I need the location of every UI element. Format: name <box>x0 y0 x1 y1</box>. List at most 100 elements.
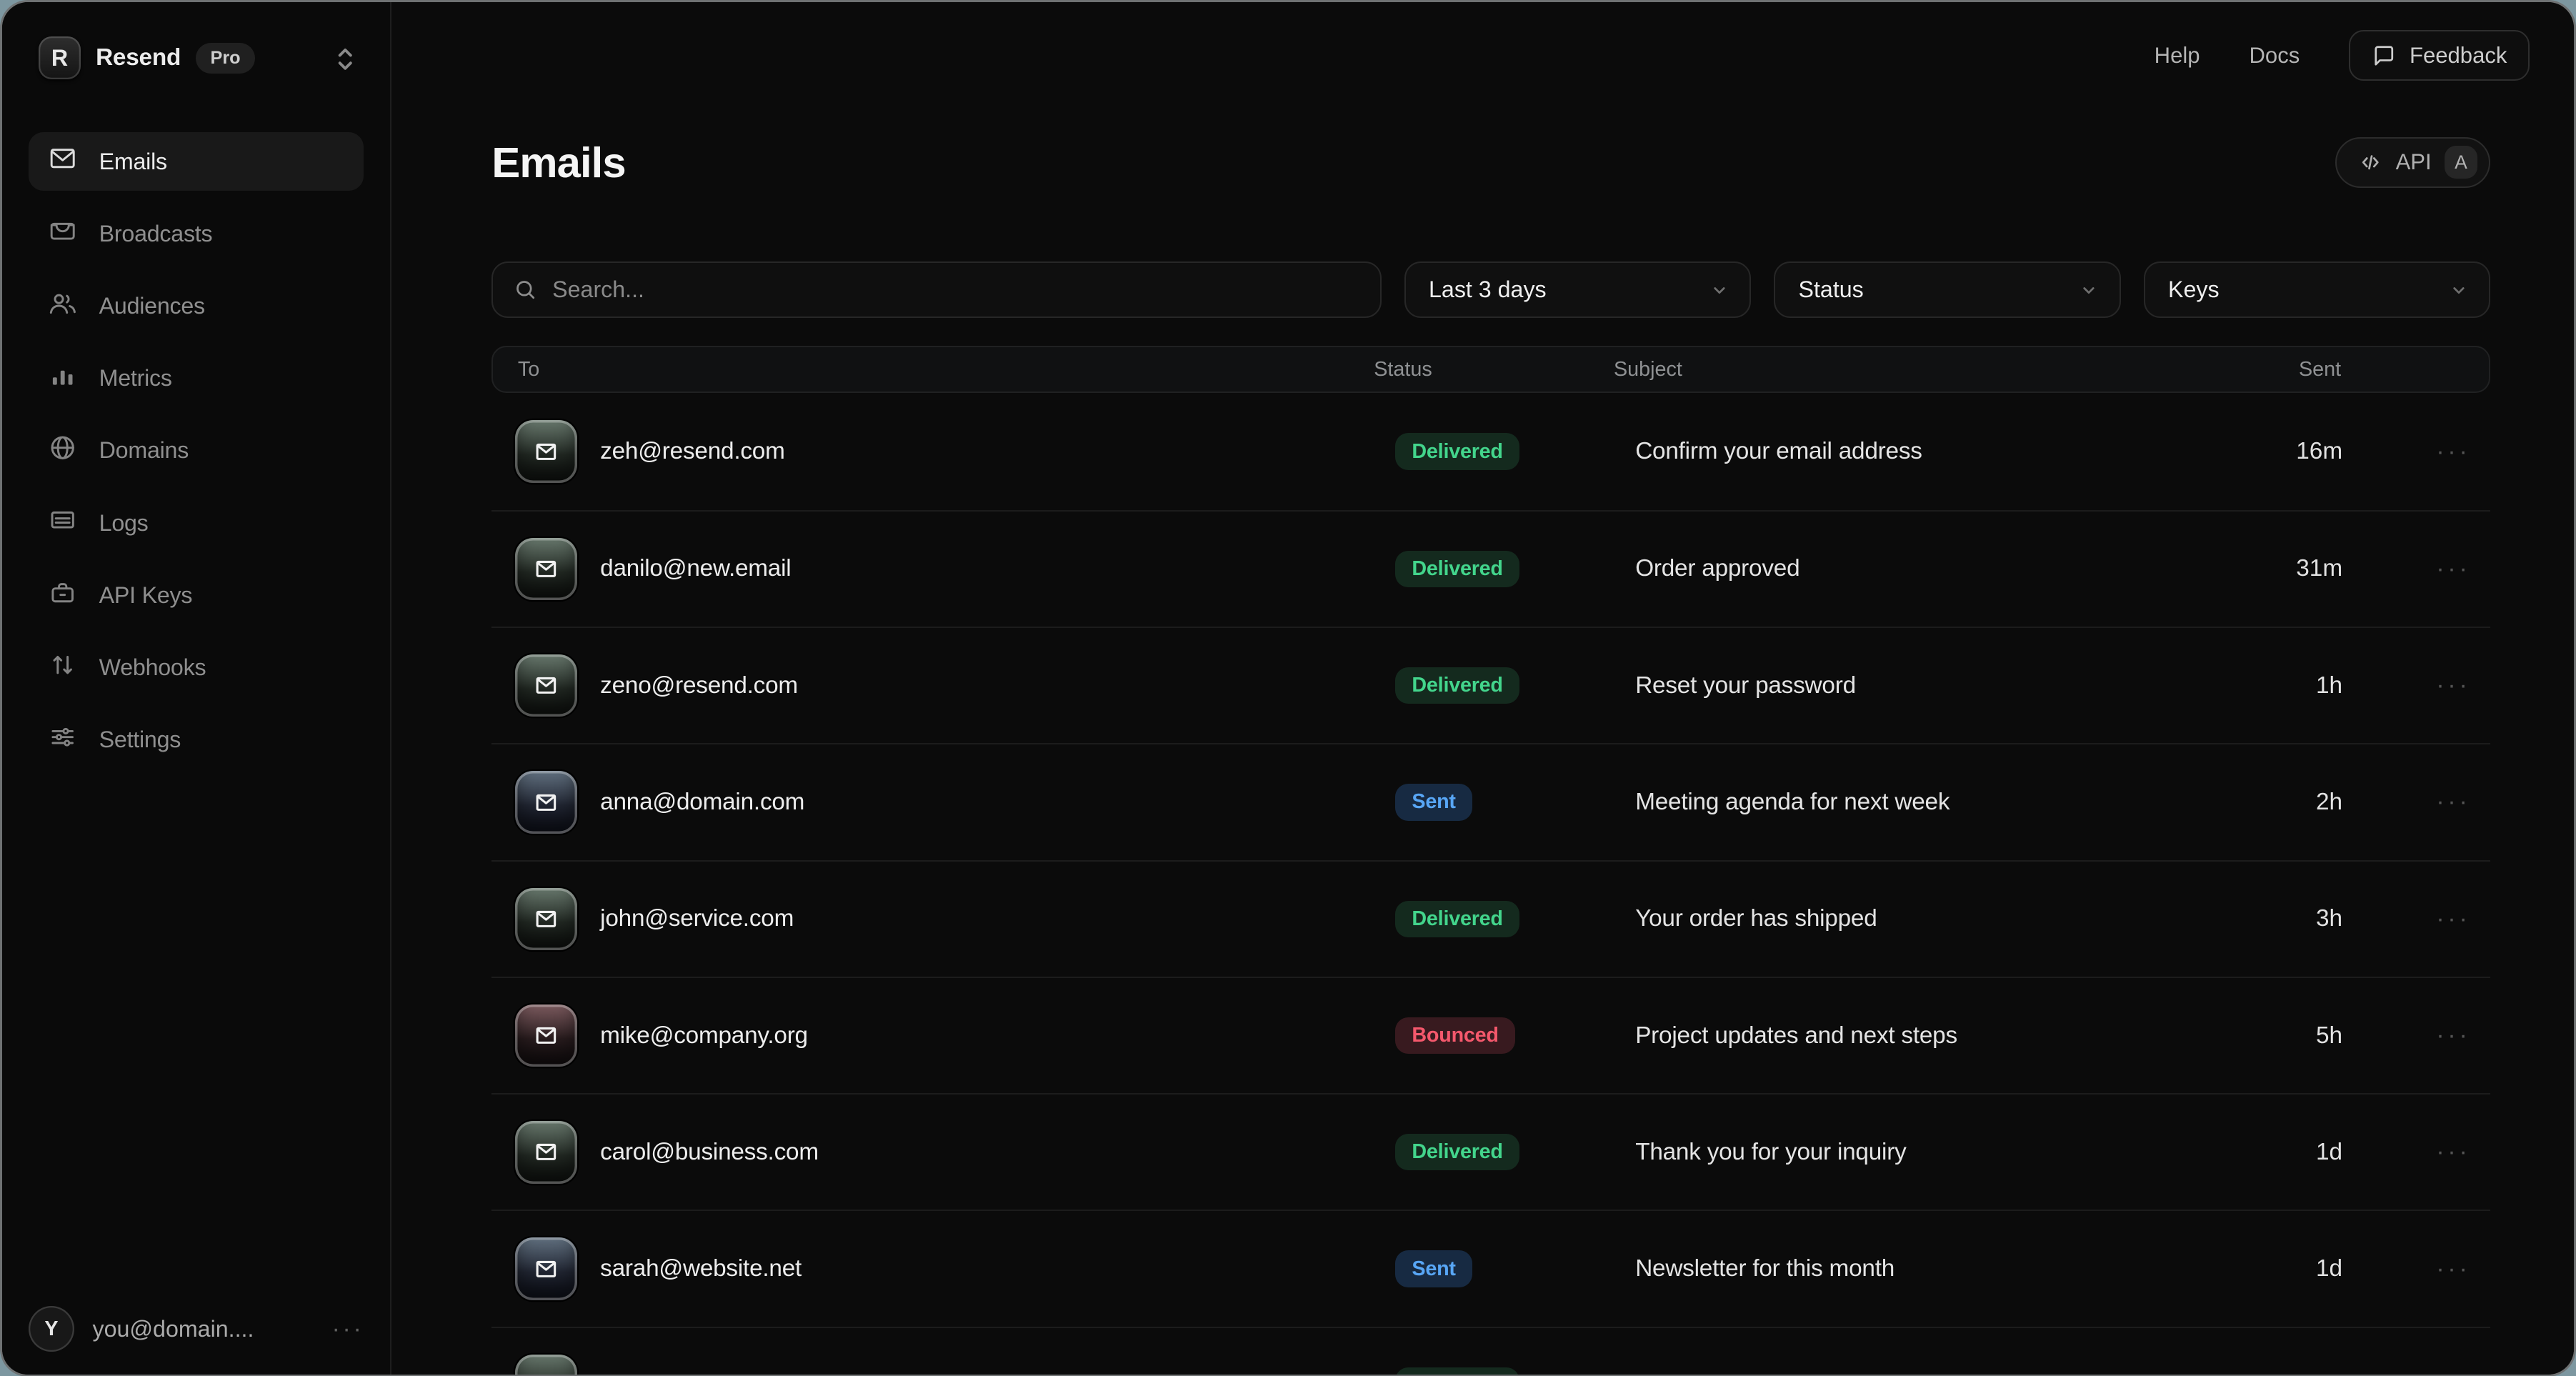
sliders-icon <box>48 722 77 757</box>
people-icon <box>48 289 77 324</box>
recipient-email: danilo@new.email <box>600 555 791 582</box>
row-menu-ellipsis-icon[interactable]: ··· <box>2342 1255 2490 1283</box>
sidebar-item-domains[interactable]: Domains <box>29 421 364 480</box>
table-row[interactable]: john@service.com Delivered Your order ha… <box>491 860 2490 977</box>
logs-icon <box>48 505 77 540</box>
mail-icon <box>515 420 577 482</box>
sent-time: 1d <box>2244 1255 2342 1282</box>
sidebar-item-audiences[interactable]: Audiences <box>29 276 364 336</box>
column-header-sent: Sent <box>2242 358 2341 382</box>
mail-icon <box>515 1121 577 1183</box>
app-window: R Resend Pro Emails Broadcasts Audiences <box>0 0 2576 1376</box>
envelope-icon <box>48 144 77 179</box>
docs-link[interactable]: Docs <box>2250 43 2300 69</box>
sidebar-item-label: Webhooks <box>99 654 206 681</box>
row-menu-ellipsis-icon[interactable]: ··· <box>2342 555 2490 583</box>
api-button[interactable]: API A <box>2335 137 2490 188</box>
keys-dropdown[interactable]: Keys <box>2144 261 2490 317</box>
sidebar-item-label: Metrics <box>99 365 172 392</box>
status-badge: Sent <box>1395 784 1472 820</box>
status-badge: Delivered <box>1395 901 1519 937</box>
keys-filter-value: Keys <box>2168 276 2220 303</box>
row-menu-ellipsis-icon[interactable]: ··· <box>2342 905 2490 933</box>
email-subject: Your order has shipped <box>1635 905 2244 932</box>
user-menu-ellipsis-icon[interactable]: ··· <box>331 1321 364 1337</box>
date-range-dropdown[interactable]: Last 3 days <box>1404 261 1751 317</box>
filters-bar: Last 3 days Status Keys <box>491 261 2490 317</box>
column-header-subject: Subject <box>1614 358 2242 382</box>
table-row[interactable]: danilo@new.email Delivered Order approve… <box>491 510 2490 627</box>
mail-icon <box>515 1355 577 1376</box>
table-row[interactable]: zeno@resend.com Delivered Reset your pas… <box>491 627 2490 743</box>
status-badge: Delivered <box>1395 1367 1519 1376</box>
mail-icon <box>515 1004 577 1067</box>
user-menu[interactable]: Y you@domain.... ··· <box>29 1306 364 1352</box>
logo-letter: R <box>51 45 68 71</box>
keyboard-shortcut-badge: A <box>2445 146 2477 179</box>
chat-bubble-icon <box>2372 43 2397 68</box>
resend-logo: R <box>39 36 81 79</box>
row-menu-ellipsis-icon[interactable]: ··· <box>2342 1138 2490 1166</box>
sent-time: 5h <box>2244 1022 2342 1050</box>
row-menu-ellipsis-icon[interactable]: ··· <box>2342 438 2490 466</box>
sent-time: 3h <box>2244 905 2342 932</box>
feedback-label: Feedback <box>2410 43 2507 69</box>
sidebar-item-webhooks[interactable]: Webhooks <box>29 638 364 697</box>
mail-icon <box>515 1237 577 1300</box>
sent-time: 1d <box>2244 1139 2342 1166</box>
status-filter-value: Status <box>1799 276 1864 303</box>
row-menu-ellipsis-icon[interactable]: ··· <box>2342 788 2490 816</box>
column-header-to: To <box>493 358 1374 382</box>
mail-icon <box>515 538 577 600</box>
page-header: Emails API A <box>491 137 2490 188</box>
sidebar-item-settings[interactable]: Settings <box>29 710 364 769</box>
sidebar-item-metrics[interactable]: Metrics <box>29 349 364 408</box>
status-dropdown[interactable]: Status <box>1774 261 2120 317</box>
help-link[interactable]: Help <box>2155 43 2200 69</box>
table-row[interactable]: sarah@website.net Sent Newsletter for th… <box>491 1210 2490 1326</box>
table-row[interactable]: zeh@resend.com Delivered Confirm your em… <box>491 393 2490 509</box>
sidebar-item-label: Settings <box>99 727 181 753</box>
recipient-email: john@service.com <box>600 905 794 932</box>
sent-time: 16m <box>2244 438 2342 465</box>
recipient-email: anna@domain.com <box>600 789 804 816</box>
column-header-status: Status <box>1374 358 1614 382</box>
sidebar-item-emails[interactable]: Emails <box>29 132 364 191</box>
sidebar-item-label: API Keys <box>99 582 193 609</box>
main-content: Help Docs Feedback Emails API A Last 3 d… <box>391 2 2574 1375</box>
table-header: To Status Subject Sent <box>491 346 2490 394</box>
row-menu-ellipsis-icon[interactable]: ··· <box>2342 1022 2490 1050</box>
bar-chart-icon <box>48 361 77 396</box>
feedback-button[interactable]: Feedback <box>2349 30 2530 81</box>
search-icon <box>513 277 538 302</box>
emails-table: To Status Subject Sent zeh@resend.com De… <box>491 346 2490 1376</box>
sidebar-item-api-keys[interactable]: API Keys <box>29 566 364 625</box>
code-icon <box>2358 150 2383 175</box>
table-row[interactable]: anna@domain.com Sent Meeting agenda for … <box>491 743 2490 859</box>
chevron-down-icon <box>1709 279 1730 301</box>
search-input[interactable] <box>552 276 1360 303</box>
table-row[interactable]: mike@company.org Bounced Project updates… <box>491 977 2490 1093</box>
workspace-switcher-icon[interactable] <box>333 44 358 75</box>
avatar-initial: Y <box>44 1317 58 1341</box>
email-subject: Project updates and next steps <box>1635 1022 2244 1050</box>
table-row[interactable]: carol@business.com Delivered Thank you f… <box>491 1093 2490 1210</box>
sidebar-item-logs[interactable]: Logs <box>29 494 364 553</box>
status-badge: Sent <box>1395 1250 1472 1287</box>
sidebar-nav: Emails Broadcasts Audiences Metrics Doma… <box>29 132 364 769</box>
avatar: Y <box>29 1306 74 1352</box>
status-badge: Delivered <box>1395 667 1519 704</box>
sent-time: 2h <box>2244 789 2342 816</box>
table-row-partial[interactable]: Delivered <box>491 1327 2490 1376</box>
broadcast-inbox-icon <box>48 216 77 251</box>
page-title: Emails <box>491 138 625 187</box>
sidebar-item-broadcasts[interactable]: Broadcasts <box>29 204 364 264</box>
workspace-brand[interactable]: R Resend Pro <box>2 2 390 79</box>
row-menu-ellipsis-icon[interactable]: ··· <box>2342 672 2490 699</box>
sidebar-item-label: Logs <box>99 510 149 537</box>
sidebar-item-label: Domains <box>99 437 189 464</box>
mail-icon <box>515 771 577 833</box>
mail-icon <box>515 888 577 950</box>
status-badge: Delivered <box>1395 1134 1519 1170</box>
table-body: zeh@resend.com Delivered Confirm your em… <box>491 393 2490 1376</box>
